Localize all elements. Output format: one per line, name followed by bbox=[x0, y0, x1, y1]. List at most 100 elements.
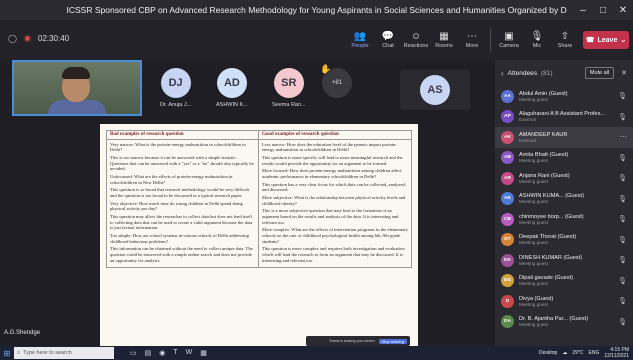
attendee-row[interactable]: DK DINESH KUMAR (Guest) Meeting guest 🎙 bbox=[495, 250, 633, 271]
participant-tile[interactable]: AS bbox=[400, 70, 470, 110]
avatar: AK bbox=[501, 130, 514, 144]
table-cell: More complex: What are the effects of in… bbox=[262, 227, 408, 244]
chat-button[interactable]: 💬 Chat bbox=[374, 20, 402, 60]
avatar: AR bbox=[501, 171, 514, 185]
mute-all-button[interactable]: Mute all bbox=[584, 67, 615, 79]
chevron-left-icon[interactable]: ‹ bbox=[501, 69, 504, 78]
camera-button[interactable]: ▣ Camera bbox=[495, 20, 523, 60]
search-icon: ⌕ bbox=[17, 349, 21, 356]
leave-label: Leave bbox=[597, 36, 618, 44]
share-button[interactable]: ⇧ Share bbox=[551, 20, 579, 60]
chat-icon: 💬 bbox=[381, 31, 395, 42]
system-tray: Desktop ☁ 29°C ENG 4:15 PM 12/11/2021 bbox=[539, 346, 629, 360]
attendee-list: AA Abdul Amin (Guest) Meeting guest 🎙 AP Alag… bbox=[495, 86, 633, 332]
shared-screen: Bad examples of research question Very n… bbox=[100, 124, 418, 352]
windows-taskbar: ⊞ ⌕ Type here to search ▭ ▤ ◉ T W ▦ Desk… bbox=[0, 346, 633, 360]
attendee-info: Divya (Guest) Meeting guest bbox=[519, 296, 613, 307]
avatar: DJ bbox=[160, 68, 191, 98]
attendee-row[interactable]: AK ASHWIN KUMA... (Guest) Meeting guest 🎙 bbox=[495, 189, 633, 210]
minimize-button[interactable]: – bbox=[573, 5, 593, 16]
attendee-row[interactable]: DA Dr. B. Ajantha Par... (Guest) Meeting g… bbox=[495, 312, 633, 333]
rooms-label: Rooms bbox=[435, 43, 453, 49]
mic-icon[interactable]: 🎙 bbox=[618, 277, 627, 285]
panel-header: ‹ Attendees (81) Mute all ✕ bbox=[495, 60, 633, 86]
table-cell: This question is more specific will lead… bbox=[262, 154, 403, 166]
sharing-hint: Teams is sharing your screen bbox=[329, 339, 375, 343]
mic-icon[interactable]: 🎙 bbox=[618, 92, 627, 100]
close-button[interactable]: ✕ bbox=[613, 5, 633, 16]
mic-icon[interactable]: 🎙 bbox=[618, 113, 627, 121]
participant-tile[interactable]: DJ Dr. Anuja J... bbox=[160, 68, 191, 108]
avatar: AS bbox=[420, 75, 450, 105]
table-cell: Less narrow: How does the education leve… bbox=[262, 141, 397, 153]
column-header: Good examples of research question bbox=[259, 131, 411, 140]
participant-tile[interactable]: SR Seema Ran... bbox=[272, 68, 306, 108]
chevron-down-icon[interactable]: ⌄ bbox=[620, 36, 626, 44]
attendee-row[interactable]: AA Abdul Amin (Guest) Meeting guest 🎙 bbox=[495, 86, 633, 107]
participant-tile[interactable]: AD ASHWIN K... bbox=[216, 68, 248, 108]
table-cell: This is a more subjective question that … bbox=[262, 208, 399, 225]
more-button[interactable]: ⋯ More bbox=[458, 20, 486, 60]
mic-icon[interactable]: 🎙 bbox=[618, 195, 627, 203]
recording-icon bbox=[22, 34, 32, 43]
attendee-row[interactable]: DG Dipali gavade (Guest) Meeting guest 🎙 bbox=[495, 271, 633, 292]
attendee-row[interactable]: AK AMANDEEP KAUR External ⋯ bbox=[495, 127, 633, 148]
mic-icon[interactable]: ⋯ bbox=[620, 133, 627, 141]
store-icon[interactable]: ▦ bbox=[200, 349, 207, 357]
taskbar-search[interactable]: ⌕ Type here to search bbox=[14, 347, 114, 359]
windows-start-icon[interactable]: ⊞ bbox=[0, 349, 14, 358]
people-button[interactable]: 👥 People bbox=[346, 20, 374, 60]
maximize-button[interactable]: □ bbox=[593, 5, 613, 16]
clock[interactable]: 4:15 PM 12/11/2021 bbox=[604, 347, 629, 359]
mic-icon[interactable]: 🎙 bbox=[618, 297, 627, 305]
taskbar-apps: ▭ ▤ ◉ T W ▦ bbox=[130, 349, 207, 357]
mic-label: Mic bbox=[532, 43, 542, 49]
browser-icon[interactable]: ◉ bbox=[159, 349, 165, 357]
avatar: CB bbox=[501, 212, 514, 226]
reactions-icon: ☺ bbox=[410, 31, 422, 42]
participant-name: Dr. Anuja J... bbox=[160, 102, 192, 108]
attendees-panel: ‹ Attendees (81) Mute all ✕ AA Abdul Amin… bbox=[495, 60, 633, 346]
more-icon: ⋯ bbox=[467, 31, 477, 42]
people-label: People bbox=[351, 43, 369, 49]
mic-icon[interactable]: 🎙 bbox=[618, 174, 627, 182]
attendee-info: Amita Bhatt (Guest) Meeting guest bbox=[519, 152, 613, 163]
teams-icon[interactable]: T bbox=[173, 349, 177, 357]
clock-date: 12/11/2021 bbox=[604, 353, 629, 359]
sharer-name: A.G.Shendge bbox=[4, 330, 41, 336]
file-explorer-icon[interactable]: ▤ bbox=[145, 349, 152, 357]
language-indicator[interactable]: ENG bbox=[589, 350, 600, 356]
table-cell: This question is so broad that research … bbox=[110, 187, 250, 198]
attendee-row[interactable]: AP Alaguharani A B Assistant Profes... Ext… bbox=[495, 107, 633, 128]
mic-icon[interactable]: 🎙 bbox=[618, 215, 627, 223]
attendee-info: Alaguharani A B Assistant Profes... Exter… bbox=[519, 111, 613, 122]
stop-sharing-button[interactable]: Stop sharing bbox=[378, 338, 407, 344]
close-icon[interactable]: ✕ bbox=[621, 69, 627, 77]
rooms-button[interactable]: ▦ Rooms bbox=[430, 20, 458, 60]
attendee-row[interactable]: D Divya (Guest) Meeting guest 🎙 bbox=[495, 291, 633, 312]
camera-label: Camera bbox=[499, 43, 519, 49]
attendee-row[interactable]: CB chinmoyee borp... (Guest) Meeting guest… bbox=[495, 209, 633, 230]
table-cell: This question may allow the researcher t… bbox=[110, 214, 253, 231]
presenter-video[interactable] bbox=[12, 60, 142, 116]
more-participants[interactable]: +81 bbox=[322, 68, 352, 98]
mic-icon[interactable]: 🎙 bbox=[618, 236, 627, 244]
desktop-label[interactable]: Desktop bbox=[539, 350, 557, 356]
leave-button[interactable]: ☎ Leave ⌄ bbox=[583, 31, 629, 49]
attendee-row[interactable]: AR Anjana Rani (Guest) Meeting guest 🎙 bbox=[495, 168, 633, 189]
rooms-icon: ▦ bbox=[439, 31, 449, 42]
avatar: AA bbox=[501, 89, 514, 103]
attendee-role: Meeting guest bbox=[519, 322, 548, 328]
mic-icon[interactable]: 🎙 bbox=[618, 154, 627, 162]
word-icon[interactable]: W bbox=[186, 349, 193, 357]
mic-button[interactable]: 🎙 Mic bbox=[523, 20, 551, 60]
table-cell: Too simple: How are school systems in va… bbox=[110, 233, 249, 244]
reactions-button[interactable]: ☺ Reactions bbox=[402, 20, 430, 60]
mic-icon[interactable]: 🎙 bbox=[618, 256, 627, 264]
column-header: Bad examples of research question bbox=[107, 131, 258, 140]
task-view-icon[interactable]: ▭ bbox=[130, 349, 137, 357]
attendee-row[interactable]: AB Amita Bhatt (Guest) Meeting guest 🎙 bbox=[495, 148, 633, 169]
attendee-role: External bbox=[519, 137, 536, 143]
mic-icon[interactable]: 🎙 bbox=[618, 318, 627, 326]
attendee-row[interactable]: DT Deepak Thorat (Guest) Meeting guest 🎙 bbox=[495, 230, 633, 251]
